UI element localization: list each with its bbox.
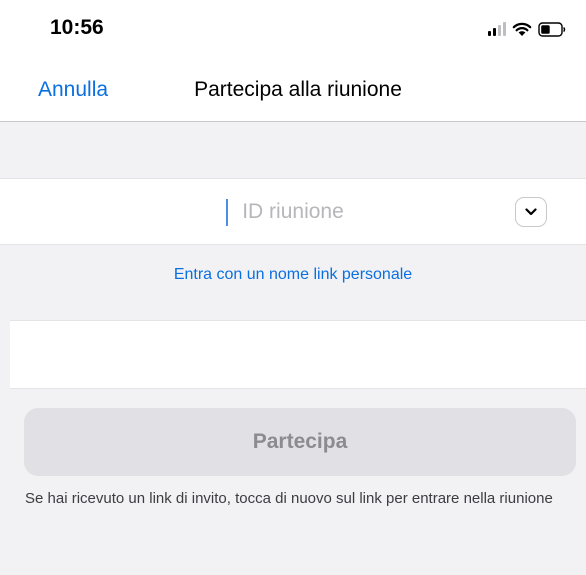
personal-link-button[interactable]: Entra con un nome link personale bbox=[0, 266, 586, 284]
meeting-id-row bbox=[0, 178, 586, 245]
meeting-history-button[interactable] bbox=[515, 197, 547, 227]
chevron-down-icon bbox=[525, 208, 537, 216]
text-caret bbox=[226, 199, 228, 226]
header: 10:56 Partecipa alla riunione Annulla bbox=[0, 0, 586, 122]
battery-icon bbox=[538, 21, 566, 37]
status-time: 10:56 bbox=[50, 16, 104, 39]
invite-hint-text: Se hai ricevuto un link di invito, tocca… bbox=[25, 490, 553, 507]
wifi-icon bbox=[512, 22, 532, 36]
meeting-id-input[interactable] bbox=[0, 179, 586, 244]
status-icons bbox=[488, 20, 566, 38]
cellular-signal-icon bbox=[488, 22, 506, 36]
cancel-button[interactable]: Annulla bbox=[38, 78, 108, 102]
join-button[interactable]: Partecipa bbox=[24, 408, 576, 476]
options-section bbox=[10, 320, 586, 389]
